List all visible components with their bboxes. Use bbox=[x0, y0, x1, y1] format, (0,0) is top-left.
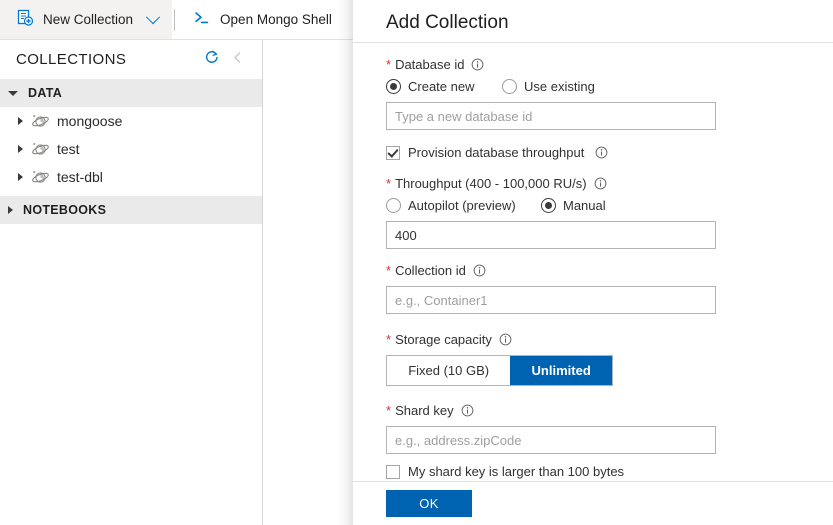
open-mongo-shell-label: Open Mongo Shell bbox=[220, 12, 332, 27]
info-icon[interactable] bbox=[499, 333, 512, 346]
sidebar-item-label: mongoose bbox=[57, 113, 122, 129]
caret-right-icon[interactable] bbox=[18, 173, 23, 181]
provision-throughput-checkbox[interactable]: Provision database throughput bbox=[386, 145, 833, 160]
info-icon[interactable] bbox=[595, 146, 608, 159]
database-id-input[interactable] bbox=[386, 102, 716, 130]
caret-right-icon[interactable] bbox=[18, 117, 23, 125]
info-icon[interactable] bbox=[471, 58, 484, 71]
throughput-mode-radio-group: Autopilot (preview) Manual bbox=[386, 198, 833, 213]
storage-unlimited-button[interactable]: Unlimited bbox=[510, 356, 612, 385]
command-bar-divider bbox=[174, 9, 175, 31]
sidebar-item-label: test bbox=[57, 141, 80, 157]
radio-manual-label: Manual bbox=[563, 198, 606, 213]
database-icon bbox=[31, 169, 50, 186]
shard-key-input[interactable] bbox=[386, 426, 716, 454]
add-collection-panel: Add Collection * Database id Create bbox=[353, 0, 833, 525]
ok-button[interactable]: OK bbox=[386, 490, 472, 517]
provision-throughput-group: Provision database throughput bbox=[353, 145, 833, 160]
info-icon[interactable] bbox=[461, 404, 474, 417]
storage-capacity-toggle-group: Fixed (10 GB) Unlimited bbox=[386, 355, 613, 386]
radio-mark-icon bbox=[541, 198, 556, 213]
radio-use-existing-label: Use existing bbox=[524, 79, 595, 94]
chevron-down-icon[interactable] bbox=[146, 10, 160, 24]
collections-sidebar: COLLECTIONS DATA bbox=[0, 40, 263, 525]
collections-title: COLLECTIONS bbox=[16, 51, 198, 68]
radio-mark-icon bbox=[386, 79, 401, 94]
sidebar-section-notebooks-label: NOTEBOOKS bbox=[23, 203, 106, 217]
database-icon bbox=[31, 141, 50, 158]
database-id-mode-radio-group: Create new Use existing bbox=[386, 79, 833, 94]
sidebar-section-notebooks[interactable]: NOTEBOOKS bbox=[0, 196, 262, 224]
sidebar-item-test-dbl[interactable]: test-dbl bbox=[0, 163, 262, 191]
required-indicator: * bbox=[386, 264, 391, 277]
radio-autopilot-label: Autopilot (preview) bbox=[408, 198, 516, 213]
open-mongo-shell-button[interactable]: Open Mongo Shell bbox=[177, 0, 346, 39]
storage-capacity-group: * Storage capacity Fixed (10 GB) Unlimit… bbox=[353, 332, 833, 386]
caret-down-icon bbox=[8, 91, 18, 96]
sidebar-item-label: test-dbl bbox=[57, 169, 103, 185]
panel-footer-divider bbox=[353, 481, 833, 482]
shard-key-label-row: * Shard key bbox=[386, 403, 833, 418]
new-collection-label: New Collection bbox=[43, 12, 133, 27]
shell-prompt-icon bbox=[193, 9, 211, 30]
sidebar-item-test[interactable]: test bbox=[0, 135, 262, 163]
required-indicator: * bbox=[386, 58, 391, 71]
collection-id-group: * Collection id bbox=[353, 263, 833, 314]
required-indicator: * bbox=[386, 404, 391, 417]
radio-autopilot[interactable]: Autopilot (preview) bbox=[386, 198, 541, 213]
checkbox-unchecked-icon bbox=[386, 465, 400, 479]
radio-mark-icon bbox=[502, 79, 517, 94]
radio-create-new[interactable]: Create new bbox=[386, 79, 502, 94]
database-id-label: Database id bbox=[395, 57, 464, 72]
storage-capacity-label-row: * Storage capacity bbox=[386, 332, 833, 347]
refresh-icon bbox=[203, 49, 220, 69]
shard-key-large-checkbox[interactable]: My shard key is larger than 100 bytes bbox=[386, 464, 833, 479]
collection-id-input[interactable] bbox=[386, 286, 716, 314]
sidebar-item-mongoose[interactable]: mongoose bbox=[0, 107, 262, 135]
radio-manual[interactable]: Manual bbox=[541, 198, 606, 213]
throughput-group: * Throughput (400 - 100,000 RU/s) Autopi… bbox=[353, 176, 833, 249]
collections-header: COLLECTIONS bbox=[0, 40, 262, 78]
chevron-left-icon bbox=[230, 50, 245, 68]
caret-right-icon[interactable] bbox=[18, 145, 23, 153]
radio-mark-icon bbox=[386, 198, 401, 213]
info-icon[interactable] bbox=[594, 177, 607, 190]
add-collection-form: * Database id Create new Use bbox=[353, 43, 833, 481]
collapse-panel-button[interactable] bbox=[224, 46, 250, 72]
required-indicator: * bbox=[386, 333, 391, 346]
shard-key-group: * Shard key My shard key is larger than … bbox=[353, 403, 833, 479]
radio-use-existing[interactable]: Use existing bbox=[502, 79, 595, 94]
collection-id-label-row: * Collection id bbox=[386, 263, 833, 278]
throughput-label-row: * Throughput (400 - 100,000 RU/s) bbox=[386, 176, 833, 191]
database-id-group: * Database id Create new Use bbox=[353, 43, 833, 130]
new-collection-button[interactable]: New Collection bbox=[0, 0, 172, 39]
refresh-button[interactable] bbox=[198, 46, 224, 72]
database-id-label-row: * Database id bbox=[386, 57, 833, 72]
radio-create-new-label: Create new bbox=[408, 79, 474, 94]
throughput-label: Throughput (400 - 100,000 RU/s) bbox=[395, 176, 587, 191]
throughput-input[interactable] bbox=[386, 221, 716, 249]
page-title: Add Collection bbox=[353, 0, 833, 34]
storage-fixed-button[interactable]: Fixed (10 GB) bbox=[387, 356, 510, 385]
new-collection-icon bbox=[16, 9, 34, 30]
shard-key-large-label: My shard key is larger than 100 bytes bbox=[408, 464, 624, 479]
shard-key-label: Shard key bbox=[395, 403, 454, 418]
checkbox-checked-icon bbox=[386, 146, 400, 160]
collection-id-label: Collection id bbox=[395, 263, 466, 278]
sidebar-section-data-label: DATA bbox=[28, 86, 62, 100]
provision-throughput-label: Provision database throughput bbox=[408, 145, 584, 160]
info-icon[interactable] bbox=[473, 264, 486, 277]
required-indicator: * bbox=[386, 177, 391, 190]
sidebar-section-data[interactable]: DATA bbox=[0, 79, 262, 107]
caret-right-icon bbox=[8, 206, 13, 214]
storage-capacity-label: Storage capacity bbox=[395, 332, 492, 347]
database-icon bbox=[31, 113, 50, 130]
tree-spacer bbox=[0, 191, 262, 195]
